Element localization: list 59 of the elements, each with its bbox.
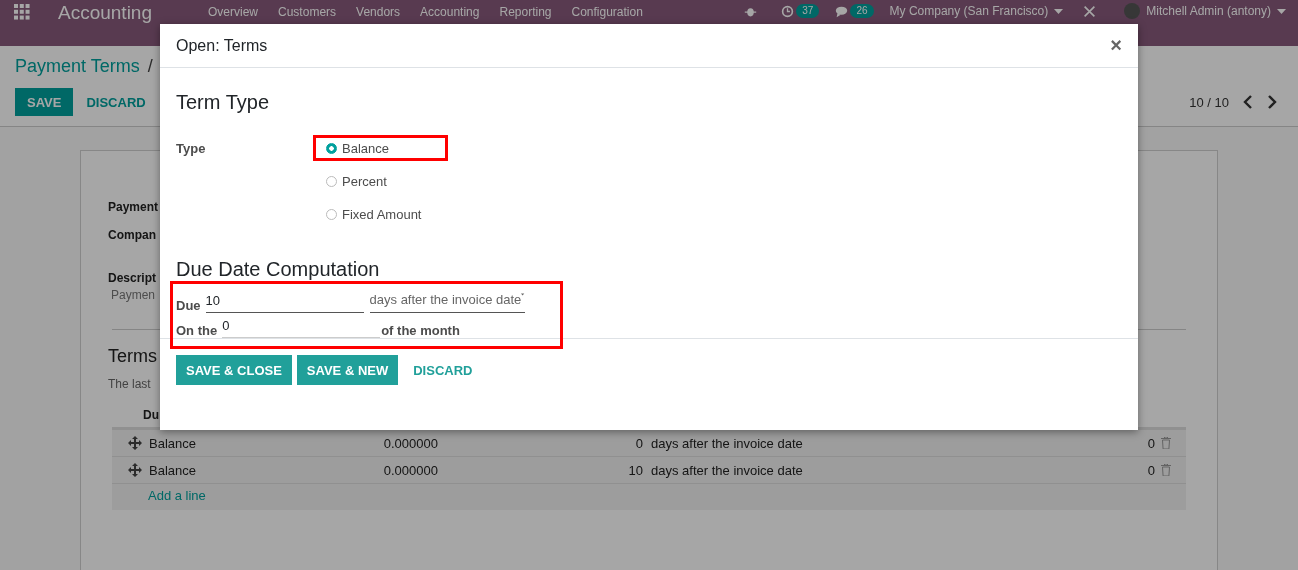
menu-item[interactable]: Overview bbox=[208, 4, 259, 20]
field-label: Compan bbox=[108, 227, 156, 244]
table-cell-text: 0.000000 bbox=[382, 462, 438, 478]
next-icon[interactable] bbox=[1267, 95, 1277, 109]
message-count-badge: 26 bbox=[850, 4, 874, 18]
user-menu[interactable]: Mitchell Admin (antony) bbox=[1146, 3, 1286, 19]
dialog-title: Open: Terms bbox=[176, 36, 268, 55]
table-cell-text: Balance bbox=[148, 462, 197, 478]
radio-label[interactable]: Balance bbox=[342, 140, 389, 156]
breadcrumb-link[interactable]: Payment Terms bbox=[15, 56, 140, 80]
drag-handle-icon[interactable] bbox=[128, 463, 142, 477]
field-label: Descript bbox=[108, 270, 157, 287]
field-label: Due bbox=[176, 298, 201, 313]
radio-label[interactable]: Percent bbox=[342, 173, 387, 189]
pager-counter: 10 / 10 bbox=[1189, 94, 1229, 110]
field-label: Type bbox=[176, 140, 207, 158]
field-label: Payment bbox=[108, 199, 159, 216]
discard-button[interactable]: DISCARD bbox=[403, 355, 483, 385]
table-cell-text: 10 bbox=[627, 462, 643, 478]
radio-label[interactable]: Fixed Amount bbox=[342, 206, 422, 222]
save-button[interactable]: SAVE bbox=[15, 88, 74, 116]
field-label: of the month bbox=[381, 323, 460, 338]
activity-count-badge: 37 bbox=[796, 4, 820, 18]
add-line-link[interactable]: Add a line bbox=[148, 488, 206, 503]
due-option-select[interactable]: days after the invoice date bbox=[369, 292, 525, 313]
menu-item[interactable]: Configuration bbox=[571, 4, 643, 20]
menu-item[interactable]: Customers bbox=[278, 4, 337, 20]
discard-button[interactable]: DISCARD bbox=[74, 88, 158, 116]
section-hint: The last bbox=[108, 377, 151, 391]
table-cell-text: days after the invoice date bbox=[650, 435, 804, 451]
chat-icon[interactable] bbox=[835, 4, 849, 18]
menu-item[interactable]: Accounting bbox=[420, 4, 480, 20]
save-close-button[interactable]: SAVE & CLOSE bbox=[176, 355, 292, 385]
company-switcher[interactable]: My Company (San Francisco) bbox=[889, 3, 1064, 19]
radio-button[interactable] bbox=[326, 142, 337, 154]
trash-icon[interactable] bbox=[1161, 464, 1171, 476]
menu-item[interactable]: Reporting bbox=[499, 4, 552, 20]
table-cell-text: 0 bbox=[634, 435, 643, 451]
trash-icon[interactable] bbox=[1161, 437, 1171, 449]
section-heading: Due Date Computation bbox=[176, 257, 381, 281]
table-cell-text: 0 bbox=[1146, 435, 1155, 451]
description-field[interactable]: Paymen bbox=[111, 288, 155, 302]
save-new-button[interactable]: SAVE & NEW bbox=[296, 355, 399, 385]
table-cell-text: days after the invoice date bbox=[650, 462, 804, 478]
section-title: Terms bbox=[108, 346, 157, 367]
field-label: On the bbox=[176, 323, 218, 338]
previous-icon[interactable] bbox=[1243, 95, 1253, 109]
menu-item[interactable]: Vendors bbox=[356, 4, 401, 20]
app-title: Accounting bbox=[58, 3, 152, 22]
clock-icon[interactable] bbox=[781, 4, 795, 18]
close-button[interactable]: × bbox=[1110, 34, 1122, 57]
apps-menu-icon[interactable] bbox=[14, 4, 30, 20]
table-cell-text: Balance bbox=[148, 435, 197, 451]
breadcrumb-separator: / bbox=[147, 56, 153, 78]
table-cell-text: 0 bbox=[1146, 462, 1155, 478]
column-header: Du bbox=[143, 408, 160, 422]
drag-handle-icon[interactable] bbox=[128, 436, 142, 450]
table-cell-text: 0.000000 bbox=[382, 435, 438, 451]
section-heading: Term Type bbox=[176, 90, 270, 114]
